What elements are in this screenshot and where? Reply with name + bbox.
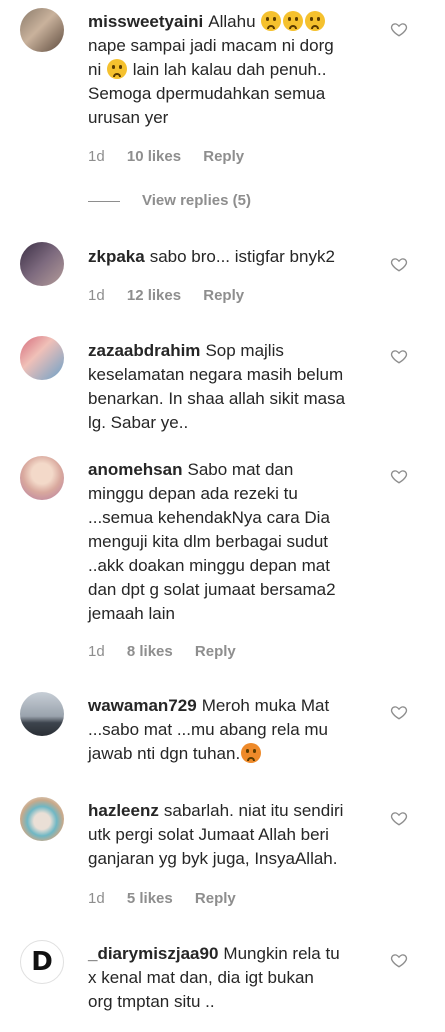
comment-likes[interactable]: 5 likes [127, 890, 173, 907]
comment-time: 1d [88, 890, 105, 907]
comment-time: 1d [88, 148, 105, 165]
comment-time: 1d [88, 287, 105, 304]
comment-likes[interactable]: 10 likes [127, 148, 181, 165]
comment-username[interactable]: hazleenz [88, 801, 159, 820]
comment-likes[interactable]: 12 likes [127, 287, 181, 304]
heart-outline-icon[interactable] [390, 255, 408, 273]
avatar[interactable] [20, 692, 64, 736]
comment-text: zazaabdrahim Sop majlis keselamatan negara… [88, 341, 346, 432]
avatar-letter: D [31, 947, 53, 977]
comment-username[interactable]: _diarymiszjaa90 [88, 944, 218, 963]
avatar[interactable] [20, 456, 64, 500]
comment-text: zkpaka sabo bro... istigfar bnyk2 [88, 247, 335, 266]
comment-text: _diarymiszjaa90 Mungkin rela tu x kenal ma… [88, 944, 340, 1011]
sad-face-emoji [106, 59, 127, 79]
comment-text: wawaman729 Meroh muka Mat ...sabo mat ...m… [88, 696, 330, 763]
comment-text: missweetyaini Allahu nape sampai jadi mac… [88, 11, 334, 127]
comment-meta: 1d 12 likes Reply [88, 287, 262, 304]
heart-outline-icon[interactable] [390, 703, 408, 721]
comment-meta: 1d 8 likes Reply [88, 643, 254, 660]
sad-face-emoji [305, 11, 326, 31]
view-replies-button[interactable]: View replies (5) [88, 192, 251, 209]
comment-meta: 1d 10 likes Reply [88, 148, 262, 165]
comment-username[interactable]: zazaabdrahim [88, 341, 200, 360]
comment-username[interactable]: anomehsan [88, 460, 182, 479]
avatar[interactable] [20, 242, 64, 286]
reply-button[interactable]: Reply [195, 643, 236, 660]
heart-outline-icon[interactable] [390, 347, 408, 365]
sad-face-emoji [283, 11, 304, 31]
reply-button[interactable]: Reply [203, 148, 244, 165]
angry-face-emoji [241, 743, 262, 763]
avatar[interactable]: D [20, 940, 64, 984]
avatar[interactable] [20, 797, 64, 841]
heart-outline-icon[interactable] [390, 809, 408, 827]
sad-face-emoji [261, 11, 282, 31]
comment-time: 1d [88, 643, 105, 660]
comment-likes[interactable]: 8 likes [127, 643, 173, 660]
comment-text: hazleenz sabarlah. niat itu sendiri utk pe… [88, 801, 344, 868]
comment-meta: 1d 5 likes Reply [88, 890, 254, 907]
heart-outline-icon[interactable] [390, 467, 408, 485]
comment-text: anomehsan Sabo mat dan minggu depan ada re… [88, 460, 336, 623]
comment-username[interactable]: missweetyaini [88, 12, 203, 31]
comment-username[interactable]: wawaman729 [88, 696, 197, 715]
heart-outline-icon[interactable] [390, 20, 408, 38]
avatar[interactable] [20, 8, 64, 52]
reply-button[interactable]: Reply [203, 287, 244, 304]
reply-button[interactable]: Reply [195, 890, 236, 907]
divider [88, 200, 120, 202]
heart-outline-icon[interactable] [390, 951, 408, 969]
comment-username[interactable]: zkpaka [88, 247, 145, 266]
avatar[interactable] [20, 336, 64, 380]
